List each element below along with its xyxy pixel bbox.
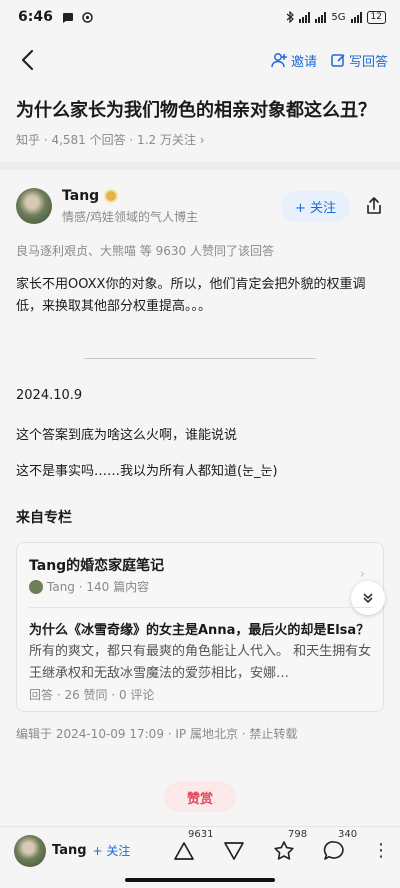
battery-icon: 12: [366, 10, 386, 24]
invite-button[interactable]: 邀请: [271, 51, 317, 70]
downvote-button[interactable]: [222, 839, 246, 863]
answer-paragraph-2: 这个答案到底为啥这么火啊，谁能说说: [16, 428, 238, 443]
write-answer-label: 写回答: [348, 54, 388, 70]
signal-icon-3: [350, 11, 362, 23]
status-bar: 6:46 5G 12: [0, 0, 400, 34]
downvote-triangle-icon: [224, 841, 244, 860]
double-chevron-down-icon: [363, 593, 373, 604]
favorite-button[interactable]: 798: [272, 829, 307, 863]
star-icon: [274, 840, 294, 860]
answer-paragraph-1: 家长不用OOXX你的对象。所以，他们肯定会把外貌的权重调低，来换取其他部分权重提…: [16, 277, 366, 314]
answer-paragraph-3: 这不是事实吗……我以为所有人都知道(눈_눈): [16, 464, 278, 479]
write-answer-button[interactable]: 写回答: [331, 51, 388, 70]
author-description: 情感/鸡娃领域的气人博主: [62, 209, 199, 224]
question-meta[interactable]: 知乎 · 4,581 个回答 · 1.2 万关注 ›: [16, 131, 205, 148]
column-meta-row: Tang · 140 篇内容: [29, 578, 149, 595]
article-title[interactable]: 为什么《冰雪奇缘》的女主是Anna，最后火的却是Elsa？: [29, 619, 373, 638]
status-time: 6:46: [18, 9, 53, 25]
column-meta: Tang · 140 篇内容: [47, 580, 150, 594]
signal-icon: [299, 11, 311, 23]
column-title[interactable]: Tang的婚恋家庭笔记: [29, 555, 164, 575]
column-avatar: [29, 579, 43, 594]
author-name[interactable]: Tang: [62, 188, 99, 204]
bottom-author[interactable]: Tang + 关注: [14, 834, 131, 867]
add-user-icon: [271, 53, 287, 68]
favorite-count: 798: [288, 828, 308, 840]
author-name-row: Tang: [62, 188, 198, 204]
upvote-button[interactable]: 9631: [172, 829, 213, 863]
bluetooth-icon: [287, 11, 295, 23]
share-icon[interactable]: [364, 196, 384, 216]
bottom-avatar[interactable]: [14, 834, 46, 867]
article-meta: 回答 · 26 赞同 · 0 评论: [29, 688, 155, 702]
edit-icon: [331, 53, 345, 67]
upvote-triangle-icon: [174, 841, 194, 860]
nav-actions: 邀请 写回答: [271, 51, 388, 70]
answer-date: 2024.10.9: [16, 388, 83, 403]
expand-button[interactable]: [351, 581, 385, 615]
question-title[interactable]: 为什么家长为我们物色的相亲对象都这么丑？: [16, 98, 388, 124]
comment-button[interactable]: 340: [322, 829, 357, 863]
bottom-action-bar: Tang + 关注 9631 798 340 ⋮: [0, 826, 400, 874]
bottom-follow-button[interactable]: + 关注: [93, 842, 131, 859]
avatar[interactable]: [16, 188, 52, 224]
bottom-author-name[interactable]: Tang: [52, 843, 87, 858]
column-card[interactable]: Tang的婚恋家庭笔记 Tang · 140 篇内容 › 为什么《冰雪奇缘》的女…: [16, 542, 385, 712]
status-left: 6:46: [18, 9, 93, 25]
message-notification-icon: [62, 12, 73, 23]
back-arrow-icon[interactable]: [18, 48, 38, 72]
top-nav: 邀请 写回答: [0, 38, 400, 82]
reward-button[interactable]: 赞赏: [164, 782, 236, 812]
invite-label: 邀请: [290, 54, 317, 70]
medal-badge-icon: [104, 188, 119, 203]
network-label: 5G: [331, 11, 346, 23]
section-divider: [0, 162, 400, 170]
answer-divider: [84, 358, 316, 359]
comment-bubble-icon: [323, 840, 344, 860]
edit-info: 编辑于 2024-10-09 17:09 · IP 属地北京 · 禁止转载: [16, 727, 298, 741]
app-notification-icon: [82, 11, 93, 23]
comment-count: 340: [338, 828, 358, 840]
author-info: Tang 情感/鸡娃领域的气人博主: [62, 188, 198, 225]
more-vertical-icon[interactable]: ⋮: [372, 841, 390, 860]
home-indicator[interactable]: [125, 878, 275, 882]
card-separator: [29, 607, 373, 608]
follow-button[interactable]: + 关注: [280, 190, 350, 222]
signal-icon-2: [315, 11, 327, 23]
column-section-title: 来自专栏: [16, 510, 72, 526]
status-right: 5G 12: [286, 10, 386, 24]
bottom-actions: 9631 798 340 ⋮: [172, 829, 390, 863]
upvote-count: 9631: [188, 828, 214, 840]
upvoter-summary[interactable]: 良马逐利艰贞、大熊喵 等 9630 人赞同了该回答: [16, 242, 274, 259]
chevron-right-icon: ›: [359, 567, 365, 582]
author-row: Tang 情感/鸡娃领域的气人博主 + 关注: [16, 184, 384, 228]
article-excerpt[interactable]: 所有的爽文，都只有最爽的角色能让人代入。 和天生拥有女王继承权和无敌冰雪魔法的爱…: [29, 641, 373, 685]
